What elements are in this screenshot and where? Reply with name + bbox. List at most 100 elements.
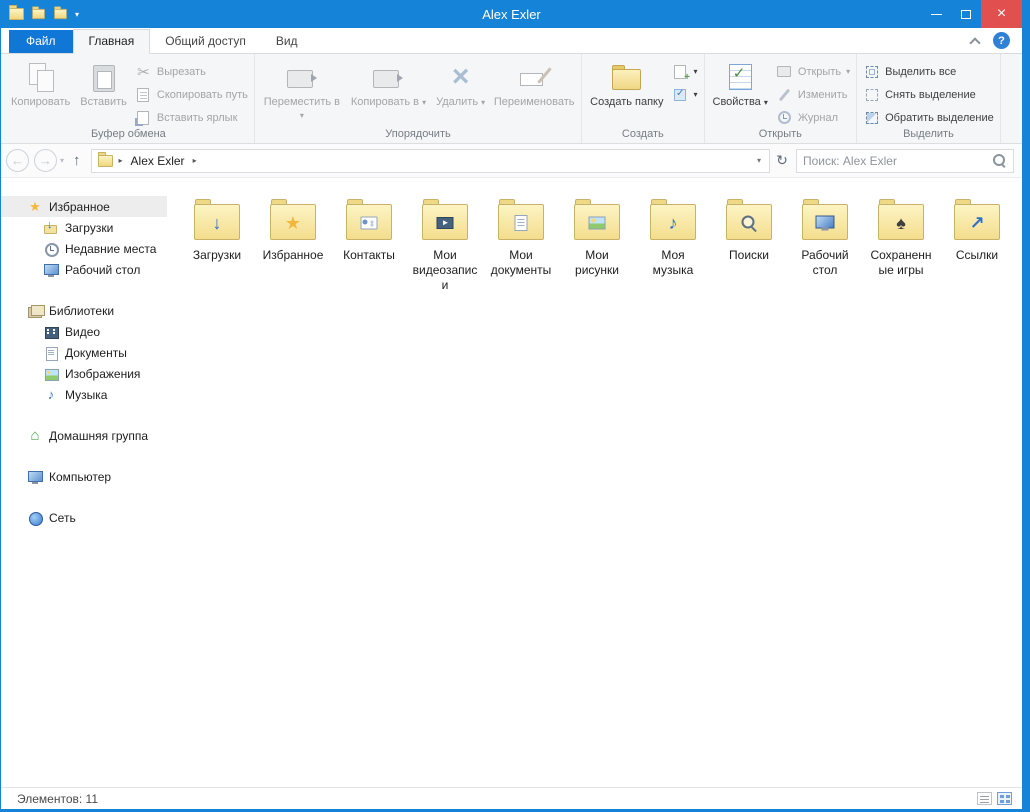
- clear-selection-button[interactable]: Снять выделение: [860, 86, 979, 103]
- sidebar-item-label: Рабочий стол: [65, 263, 140, 277]
- folder-item-links[interactable]: ↗ Ссылки: [939, 192, 1015, 269]
- sidebar-item-network[interactable]: Сеть: [1, 507, 167, 528]
- forward-button[interactable]: →: [34, 149, 57, 172]
- edit-button[interactable]: Изменить: [773, 86, 851, 103]
- music-note-icon: ♪: [43, 387, 59, 403]
- tab-view[interactable]: Вид: [261, 30, 313, 53]
- document-icon: [43, 345, 59, 361]
- search-input[interactable]: [803, 154, 992, 168]
- move-to-button[interactable]: Переместить в ▾: [258, 56, 346, 126]
- sidebar-item-favorites[interactable]: ★ Избранное: [1, 196, 167, 217]
- sidebar-item-pictures[interactable]: Изображения: [1, 363, 167, 384]
- sidebar-item-music[interactable]: ♪ Музыка: [1, 384, 167, 405]
- paste-button[interactable]: Вставить: [75, 56, 132, 126]
- minimize-button[interactable]: [921, 0, 951, 28]
- paste-shortcut-button[interactable]: Вставить ярлык: [132, 109, 241, 126]
- tab-home[interactable]: Главная: [73, 29, 151, 54]
- list-view-icon: [977, 792, 992, 805]
- folder-item-favorites[interactable]: ★ Избранное: [255, 192, 331, 269]
- breadcrumb-segment[interactable]: Alex Exler: [129, 154, 187, 168]
- file-list-area[interactable]: ↓ Загрузки ★ Избранное Контакты ►: [167, 178, 1022, 787]
- history-button[interactable]: Журнал: [773, 109, 841, 126]
- folder-icon: ↗: [954, 204, 1000, 240]
- folder-item-downloads[interactable]: ↓ Загрузки: [179, 192, 255, 269]
- folder-item-my-documents[interactable]: Мои документы: [483, 192, 559, 284]
- navigation-pane: ★ Избранное ↓ Загрузки Недавние места Ра…: [1, 178, 167, 787]
- paste-icon: [93, 63, 115, 91]
- items-count: Элементов: 11: [17, 792, 98, 806]
- sidebar-item-downloads[interactable]: ↓ Загрузки: [1, 217, 167, 238]
- folder-icon: ★: [270, 204, 316, 240]
- sidebar-item-label: Домашняя группа: [49, 429, 148, 443]
- back-button[interactable]: ←: [6, 149, 29, 172]
- document-icon: [515, 215, 528, 231]
- folder-item-searches[interactable]: Поиски: [711, 192, 787, 269]
- picture-icon: [589, 217, 606, 230]
- tab-file[interactable]: Файл: [9, 30, 73, 53]
- details-view-button[interactable]: [977, 792, 992, 805]
- delete-button[interactable]: × Удалить ▾: [431, 56, 490, 126]
- folder-item-my-videos[interactable]: ► Мои видеозаписи: [407, 192, 483, 299]
- select-all-button[interactable]: Выделить все: [860, 63, 959, 80]
- open-button[interactable]: Открыть ▾: [773, 63, 853, 80]
- folder-item-label: Избранное: [263, 248, 324, 263]
- picture-icon: [43, 366, 59, 382]
- up-button[interactable]: ↑: [73, 152, 81, 169]
- magnifier-icon: [741, 215, 758, 232]
- search-magnifier-icon[interactable]: [992, 153, 1007, 168]
- copy-icon: [28, 63, 54, 91]
- new-item-button[interactable]: + ▾: [668, 63, 700, 80]
- folder-item-my-music[interactable]: ♪ Моя музыка: [635, 192, 711, 284]
- invert-selection-button[interactable]: Обратить выделение: [860, 109, 997, 126]
- qat-icon-2[interactable]: [54, 9, 67, 19]
- sidebar-item-videos[interactable]: Видео: [1, 321, 167, 342]
- sidebar-item-documents[interactable]: Документы: [1, 342, 167, 363]
- cut-button[interactable]: ✂ Вырезать: [132, 63, 209, 80]
- dropdown-icon: ▾: [693, 90, 697, 99]
- breadcrumb-arrow-icon[interactable]: ▸: [113, 156, 129, 165]
- sidebar-item-computer[interactable]: Компьютер: [1, 466, 167, 487]
- folder-item-contacts[interactable]: Контакты: [331, 192, 407, 269]
- collapse-ribbon-chevron-icon[interactable]: [969, 37, 980, 48]
- app-icon: [9, 8, 24, 20]
- star-icon: ★: [27, 199, 43, 215]
- qat-dropdown-chevron-icon[interactable]: ▾: [75, 10, 79, 19]
- sidebar-item-desktop[interactable]: Рабочий стол: [1, 259, 167, 280]
- monitor-icon: [43, 262, 59, 278]
- sidebar-item-libraries[interactable]: Библиотеки: [1, 300, 167, 321]
- properties-button[interactable]: ✓ Свойства ▾: [708, 56, 773, 126]
- copy-button[interactable]: Копировать: [6, 56, 75, 126]
- help-icon[interactable]: ?: [993, 32, 1010, 49]
- copy-path-button[interactable]: Скопировать путь: [132, 86, 251, 103]
- scissors-icon: ✂: [135, 63, 152, 80]
- folder-item-saved-games[interactable]: ♠ Сохраненные игры: [863, 192, 939, 284]
- folder-item-label: Мои рисунки: [564, 248, 630, 278]
- sidebar-item-label: Документы: [65, 346, 127, 360]
- recent-pages-dropdown-icon[interactable]: ▾: [60, 156, 64, 165]
- folder-item-desktop[interactable]: Рабочий стол: [787, 192, 863, 284]
- maximize-button[interactable]: [951, 0, 981, 28]
- thumbnails-view-button[interactable]: [997, 792, 1012, 805]
- clock-icon: [43, 241, 59, 257]
- folder-item-label: Загрузки: [193, 248, 241, 263]
- rename-button[interactable]: Переименовать: [490, 56, 578, 126]
- breadcrumb[interactable]: ▸ Alex Exler ▸ ▾: [91, 149, 770, 173]
- sidebar-item-label: Избранное: [49, 200, 110, 214]
- address-dropdown-icon[interactable]: ▾: [749, 156, 769, 165]
- sidebar-item-homegroup[interactable]: ⌂ Домашняя группа: [1, 425, 167, 446]
- close-button[interactable]: ×: [981, 0, 1022, 28]
- move-to-icon: [287, 64, 317, 90]
- folder-icon: [498, 204, 544, 240]
- items-row: ↓ Загрузки ★ Избранное Контакты ►: [179, 192, 1022, 299]
- easy-access-button[interactable]: ✓ ▾: [668, 86, 700, 103]
- copy-to-button[interactable]: Копировать в ▾: [346, 56, 431, 126]
- folder-item-my-pictures[interactable]: Мои рисунки: [559, 192, 635, 284]
- qat-icon-1[interactable]: [32, 9, 45, 19]
- breadcrumb-arrow-icon[interactable]: ▸: [187, 156, 203, 165]
- refresh-button[interactable]: ↻: [770, 149, 794, 173]
- contact-card-icon: [361, 217, 378, 230]
- minimize-icon: [931, 14, 942, 15]
- new-folder-button[interactable]: Создать папку: [585, 56, 668, 126]
- sidebar-item-recent-places[interactable]: Недавние места: [1, 238, 167, 259]
- tab-share[interactable]: Общий доступ: [150, 30, 261, 53]
